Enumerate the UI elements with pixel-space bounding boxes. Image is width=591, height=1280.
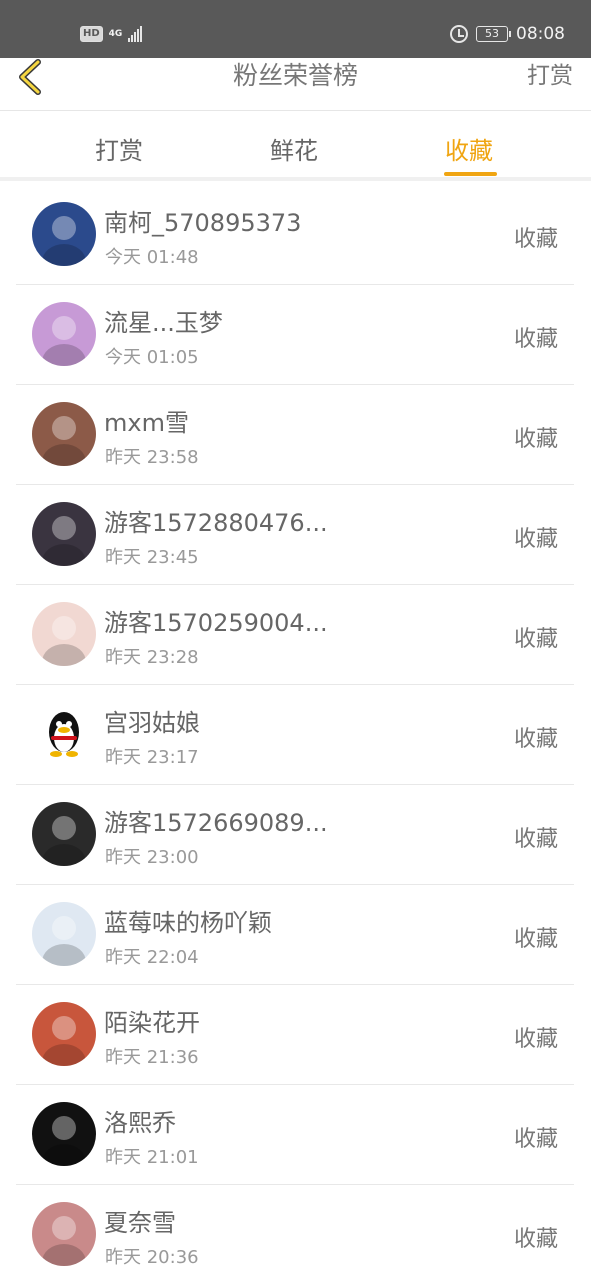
timestamp: 今天 01:05 [105,347,199,368]
user-name: mxm雪 [104,409,189,437]
avatar[interactable] [32,202,96,266]
status-time: 08:08 [516,24,565,44]
avatar[interactable] [32,702,96,766]
reward-button[interactable]: 打赏 [527,58,573,94]
timestamp: 昨天 22:04 [105,947,199,968]
action-label: 收藏 [513,1127,558,1152]
user-name: 蓝莓味的杨吖颖 [104,909,272,937]
timestamp: 昨天 23:00 [105,847,199,868]
user-name: 洛熙乔 [104,1109,176,1137]
list-item[interactable]: 洛熙乔昨天 21:01 收藏 [16,1085,574,1185]
status-right: 53 08:08 [450,24,565,44]
alarm-icon [450,25,468,43]
list-item[interactable]: 陌染花开昨天 21:36 收藏 [16,985,574,1085]
signal-icon [128,26,143,42]
status-left: HD 4G [80,26,143,42]
timestamp: 昨天 23:45 [105,547,199,568]
tab-flowers[interactable]: 鲜花 [270,131,318,166]
penguin-icon [49,712,79,757]
user-name: 宫羽姑娘 [104,709,200,737]
tab-reward[interactable]: 打赏 [95,131,143,166]
avatar[interactable] [32,502,96,566]
timestamp: 昨天 23:58 [105,447,199,468]
timestamp: 昨天 21:01 [105,1147,199,1168]
timestamp: 昨天 20:36 [105,1247,199,1268]
avatar[interactable] [32,402,96,466]
user-name: 游客1572880476... [104,509,328,537]
action-label: 收藏 [513,427,558,452]
avatar[interactable] [32,902,96,966]
list-item[interactable]: 游客1570259004... 昨天 23:28 收藏 [16,585,574,685]
action-label: 收藏 [513,627,558,652]
list-item[interactable]: 流星...玉梦今天 01:05 收藏 [16,285,574,385]
active-tab-indicator [444,172,497,176]
action-label: 收藏 [513,527,558,552]
user-name: 陌染花开 [104,1009,200,1037]
action-label: 收藏 [513,327,558,352]
list-item[interactable]: 夏奈雪昨天 20:36 收藏 [16,1185,574,1280]
avatar[interactable] [32,802,96,866]
list-item[interactable]: 宫羽姑娘昨天 23:17 收藏 [16,685,574,785]
action-label: 收藏 [513,927,558,952]
timestamp: 昨天 21:36 [105,1047,199,1068]
list-item[interactable]: 游客1572669089... 昨天 23:00 收藏 [16,785,574,885]
list-item[interactable]: 南柯_570895373 今天 01:48 收藏 [16,185,574,285]
list-item[interactable]: 蓝莓味的杨吖颖昨天 22:04 收藏 [16,885,574,985]
action-label: 收藏 [513,727,558,752]
user-name: 游客1570259004... [104,609,328,637]
page-title: 粉丝荣誉榜 [232,61,358,90]
list-item[interactable]: 游客1572880476... 昨天 23:45 收藏 [16,485,574,585]
action-label: 收藏 [513,1227,558,1252]
avatar[interactable] [32,302,96,366]
tab-bar: 打赏 鲜花 收藏 [0,111,591,181]
avatar[interactable] [32,1102,96,1166]
user-name: 夏奈雪 [104,1209,176,1237]
hd-badge: HD [80,26,103,42]
timestamp: 昨天 23:17 [105,747,199,768]
status-bar: HD 4G 53 08:08 [0,0,591,58]
user-name: 流星...玉梦 [104,309,223,337]
user-name: 游客1572669089... [104,809,328,837]
timestamp: 今天 01:48 [105,247,199,268]
user-name: 南柯_570895373 [104,209,302,237]
fan-list: 南柯_570895373 今天 01:48 收藏 流星...玉梦 今天 01:05 收藏 m… [16,185,574,1280]
tab-favorites[interactable]: 收藏 [445,131,493,166]
avatar[interactable] [32,602,96,666]
action-label: 收藏 [513,827,558,852]
avatar[interactable] [32,1202,96,1266]
battery-icon: 53 [476,26,511,42]
list-item[interactable]: mxm雪昨天 23:58 收藏 [16,385,574,485]
timestamp: 昨天 23:28 [105,647,199,668]
avatar[interactable] [32,1002,96,1066]
network-type: 4G [108,28,123,39]
top-bar: 粉丝荣誉榜 打赏 [0,58,591,111]
action-label: 收藏 [513,227,558,252]
action-label: 收藏 [513,1027,558,1052]
